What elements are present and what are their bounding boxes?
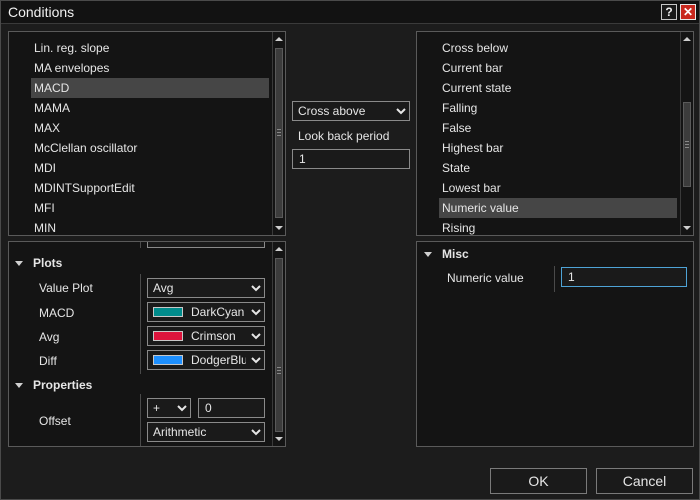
value-plot-dropdown[interactable]: Avg — [147, 278, 265, 298]
list-item[interactable]: Highest bar — [439, 138, 677, 158]
list-item[interactable]: MFI — [31, 198, 269, 218]
indicator-list[interactable]: Lin. reg. slope MA envelopes MACD MAMA MAX Mc… — [8, 31, 286, 236]
avg-label: Avg — [39, 330, 60, 344]
scroll-down-icon[interactable] — [275, 226, 283, 230]
scroll-thumb[interactable] — [275, 48, 283, 218]
offset-type-value: Arithmetic — [153, 425, 207, 439]
chevron-down-icon — [251, 357, 261, 364]
list-item[interactable]: False — [439, 118, 677, 138]
condition-list[interactable]: Cross below Current bar Current state Falli… — [416, 31, 694, 236]
scroll-up-icon[interactable] — [275, 247, 283, 251]
list-item[interactable]: Lowest bar — [439, 178, 677, 198]
close-icon[interactable]: ✕ — [680, 4, 696, 20]
condition-properties: Misc Numeric value 1 — [416, 241, 694, 447]
list-item[interactable]: Rising — [439, 218, 677, 235]
macd-label: MACD — [39, 306, 75, 320]
offset-value: 0 — [205, 401, 212, 415]
lookback-input[interactable]: 1 — [292, 149, 410, 169]
window-title: Conditions — [8, 4, 75, 20]
offset-label: Offset — [39, 414, 71, 428]
macd-color-name: DarkCyan — [191, 305, 245, 319]
scroll-down-icon[interactable] — [683, 226, 691, 230]
scroll-up-icon[interactable] — [683, 37, 691, 41]
operator-value: Cross above — [298, 104, 366, 118]
offset-type-dropdown[interactable]: Arithmetic — [147, 422, 265, 442]
offset-value-input[interactable]: 0 — [198, 398, 265, 418]
value-plot-value: Avg — [153, 281, 174, 295]
list-item[interactable]: Lin. reg. slope — [31, 38, 269, 58]
indicator-list-scrollbar[interactable] — [272, 32, 285, 235]
list-item[interactable]: Cross below — [439, 38, 677, 58]
avg-color-name: Crimson — [191, 329, 236, 343]
macd-color-dropdown[interactable]: DarkCyan — [147, 302, 265, 322]
list-item[interactable]: Current state — [439, 78, 677, 98]
scroll-down-icon[interactable] — [275, 437, 283, 441]
offset-operator-dropdown[interactable]: + — [147, 398, 191, 418]
list-item[interactable]: MDI — [31, 158, 269, 178]
diff-label: Diff — [39, 354, 57, 368]
numeric-value-input[interactable]: 1 — [561, 267, 687, 287]
lookback-value: 1 — [299, 152, 306, 166]
collapse-plots-icon[interactable] — [15, 261, 23, 266]
macd-color-swatch — [153, 307, 183, 317]
list-item[interactable]: State — [439, 158, 677, 178]
properties-header: Properties — [33, 378, 93, 392]
avg-color-dropdown[interactable]: Crimson — [147, 326, 265, 346]
ok-button[interactable]: OK — [490, 468, 587, 494]
cancel-button[interactable]: Cancel — [596, 468, 693, 494]
scroll-up-icon[interactable] — [275, 37, 283, 41]
title-bar[interactable]: Conditions ? ✕ — [1, 1, 699, 24]
condition-list-scrollbar[interactable] — [680, 32, 693, 235]
numeric-value: 1 — [568, 270, 575, 284]
chevron-down-icon — [177, 405, 187, 412]
help-icon[interactable]: ? — [661, 4, 677, 20]
partial-field — [147, 242, 265, 248]
chevron-down-icon — [251, 333, 261, 340]
properties-scrollbar[interactable] — [272, 242, 285, 446]
chevron-down-icon — [251, 285, 261, 292]
scroll-thumb[interactable] — [683, 102, 691, 187]
diff-color-dropdown[interactable]: DodgerBlue — [147, 350, 265, 370]
indicator-properties: Plots Value Plot Avg MACD DarkCyan Avg C… — [8, 241, 286, 447]
list-item[interactable]: MA envelopes — [31, 58, 269, 78]
avg-color-swatch — [153, 331, 183, 341]
conditions-dialog: Conditions ? ✕ Lin. reg. slope MA envelop… — [0, 0, 700, 500]
lookback-label: Look back period — [298, 129, 390, 143]
list-item[interactable]: McClellan oscillator — [31, 138, 269, 158]
scroll-thumb[interactable] — [275, 258, 283, 432]
diff-color-swatch — [153, 355, 183, 365]
plots-header: Plots — [33, 256, 63, 270]
collapse-properties-icon[interactable] — [15, 383, 23, 388]
misc-header: Misc — [442, 247, 469, 261]
list-item[interactable]: Falling — [439, 98, 677, 118]
diff-color-name: DodgerBlue — [191, 353, 246, 367]
value-plot-label: Value Plot — [39, 281, 93, 295]
chevron-down-icon — [396, 108, 406, 115]
list-item[interactable]: MACD — [31, 78, 269, 98]
collapse-misc-icon[interactable] — [424, 252, 432, 257]
list-item[interactable]: MDINTSupportEdit — [31, 178, 269, 198]
list-item[interactable]: MAMA — [31, 98, 269, 118]
numeric-value-label: Numeric value — [447, 271, 524, 285]
list-item[interactable]: Numeric value — [439, 198, 677, 218]
offset-operator-value: + — [153, 401, 161, 415]
chevron-down-icon — [251, 309, 261, 316]
chevron-down-icon — [251, 429, 261, 436]
list-item[interactable]: Current bar — [439, 58, 677, 78]
list-item[interactable]: MIN — [31, 218, 269, 235]
list-item[interactable]: MAX — [31, 118, 269, 138]
operator-dropdown[interactable]: Cross above — [292, 101, 410, 121]
